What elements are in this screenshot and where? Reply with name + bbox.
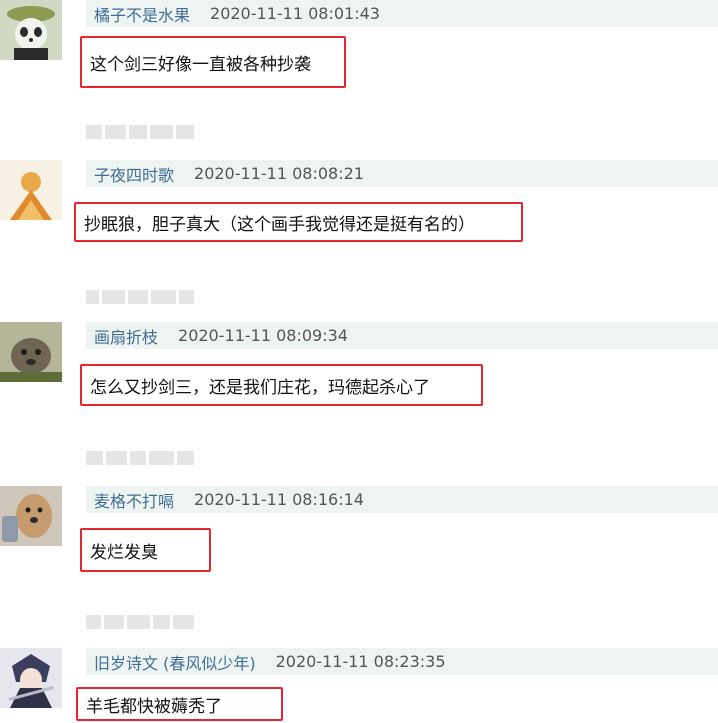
- blurred-reply: [86, 612, 195, 632]
- comment-header: 子夜四时歌 2020-11-11 08:08:21: [86, 160, 718, 187]
- author-name[interactable]: 旧岁诗文 (春风似少年): [86, 650, 256, 674]
- author-name[interactable]: 橘子不是水果: [86, 2, 190, 26]
- comment-item: 子夜四时歌 2020-11-11 08:08:21 抄眠狼，胆子真大（这个画手我…: [0, 160, 718, 260]
- comment-header: 橘子不是水果 2020-11-11 08:01:43: [86, 0, 718, 27]
- blurred-reply: [86, 122, 194, 142]
- comment-time: 2020-11-11 08:01:43: [210, 4, 380, 23]
- comment-text: 发烂发臭: [80, 528, 211, 572]
- blurred-reply: [86, 448, 194, 468]
- comment-item: 旧岁诗文 (春风似少年) 2020-11-11 08:23:35 羊毛都快被薅秃…: [0, 648, 718, 723]
- comment-item: 麦格不打嗝 2020-11-11 08:16:14 发烂发臭: [0, 486, 718, 586]
- comment-time: 2020-11-11 08:16:14: [194, 490, 364, 509]
- comment-text: 抄眠狼，胆子真大（这个画手我觉得还是挺有名的）: [74, 202, 523, 242]
- avatar[interactable]: [0, 486, 62, 546]
- comment-time: 2020-11-11 08:23:35: [275, 652, 446, 671]
- author-name-main[interactable]: 旧岁诗文: [94, 654, 158, 673]
- comment-text: 怎么又抄剑三，还是我们庄花，玛德起杀心了: [80, 364, 483, 406]
- comment-header: 旧岁诗文 (春风似少年) 2020-11-11 08:23:35: [86, 648, 718, 675]
- author-name[interactable]: 画扇折枝: [86, 324, 158, 348]
- comment-item: 画扇折枝 2020-11-11 08:09:34 怎么又抄剑三，还是我们庄花，玛…: [0, 322, 718, 422]
- blurred-reply: [86, 287, 194, 307]
- comment-text: 羊毛都快被薅秃了: [76, 687, 283, 721]
- comment-header: 画扇折枝 2020-11-11 08:09:34: [86, 322, 718, 349]
- author-name[interactable]: 子夜四时歌: [86, 162, 174, 186]
- avatar[interactable]: [0, 0, 62, 60]
- author-name[interactable]: 麦格不打嗝: [86, 488, 174, 512]
- comment-time: 2020-11-11 08:08:21: [194, 164, 364, 183]
- comment-text: 这个剑三好像一直被各种抄袭: [80, 36, 346, 88]
- author-name-suffix: (春风似少年): [163, 653, 256, 673]
- comment-header: 麦格不打嗝 2020-11-11 08:16:14: [86, 486, 718, 513]
- comment-item: 橘子不是水果 2020-11-11 08:01:43 这个剑三好像一直被各种抄袭: [0, 0, 718, 100]
- avatar[interactable]: [0, 648, 62, 708]
- comment-time: 2020-11-11 08:09:34: [178, 326, 348, 345]
- avatar[interactable]: [0, 322, 62, 382]
- avatar[interactable]: [0, 160, 62, 220]
